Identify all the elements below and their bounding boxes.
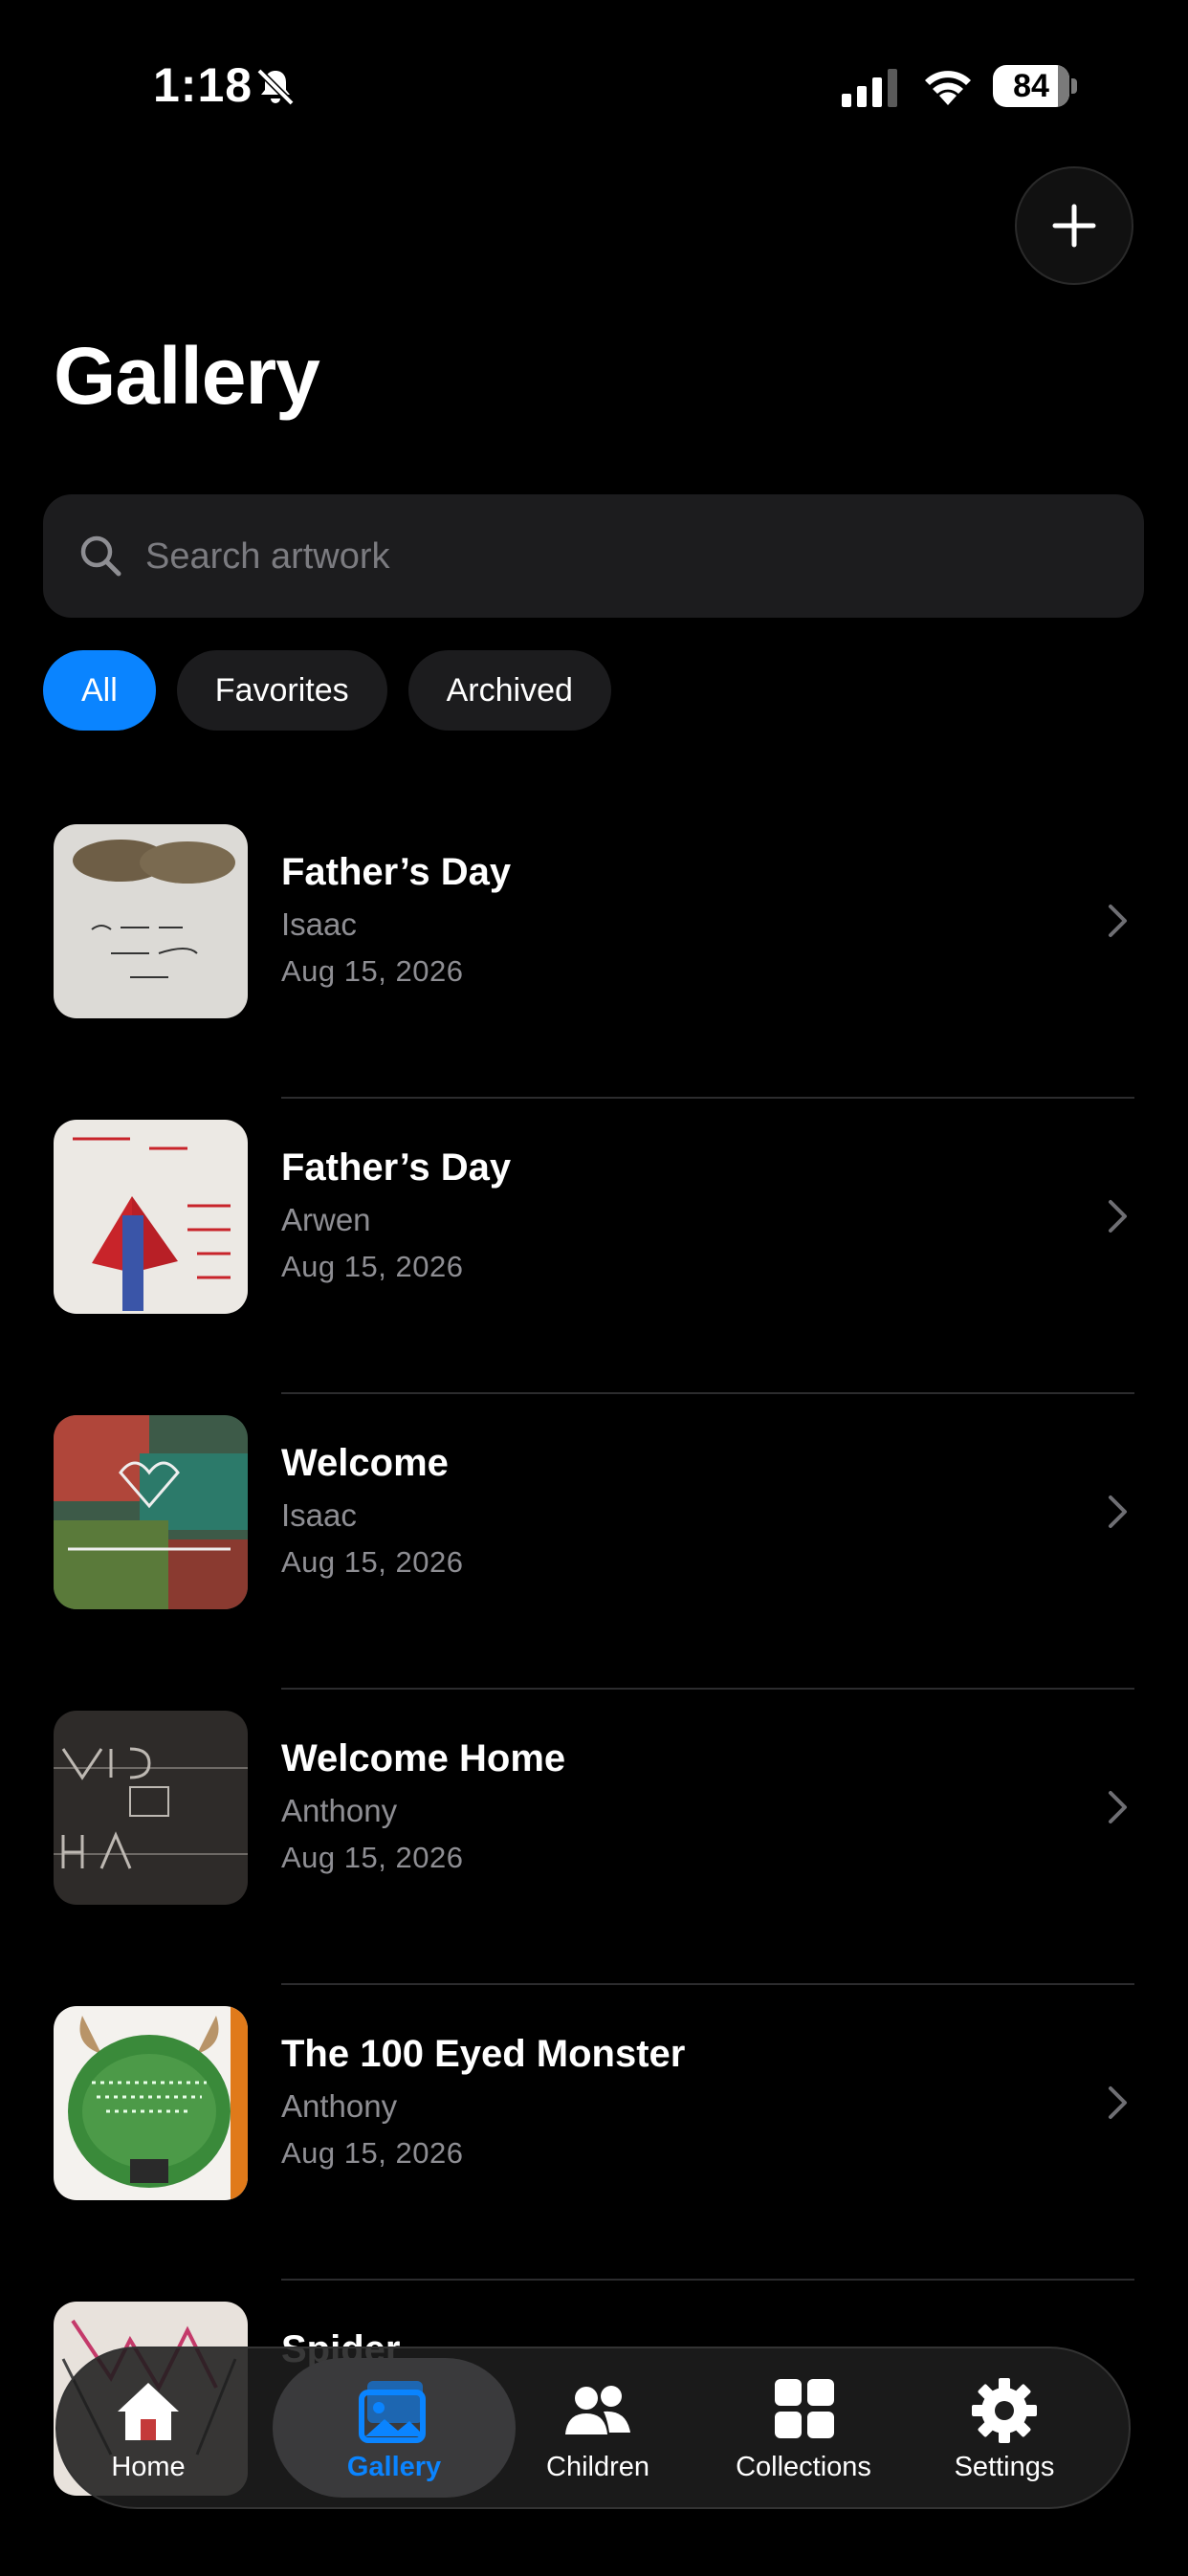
tab-collections[interactable]: Collections [708,2348,899,2507]
grid-icon [775,2379,834,2438]
house-icon [118,2383,179,2440]
filter-favorites-chip[interactable]: Favorites [176,650,387,731]
status-bar: 1:18 84 [0,0,1188,172]
artwork-title: Father’s Day [281,851,512,893]
people-icon [565,2386,630,2434]
status-time: 1:18 [153,58,253,112]
chevron-right-icon [1109,2086,1127,2119]
filter-archived-chip[interactable]: Archived [407,650,611,731]
artwork-child: Anthony [281,1793,398,1828]
page-title: Gallery [54,331,320,421]
tab-gallery[interactable]: Gallery [273,2348,516,2507]
artwork-child: Anthony [281,2088,398,2124]
artwork-title: Welcome Home [281,1737,566,1779]
artwork-row[interactable]: The 100 Eyed Monster Anthony Aug 15, 202… [0,1985,1188,2281]
search-input[interactable] [143,494,1104,620]
chevron-right-icon [1109,905,1127,937]
artwork-child: Isaac [281,906,357,942]
artwork-row[interactable]: Father’s Day Isaac Aug 15, 2026 [0,803,1188,1099]
filter-chips: All Favorites Archived [43,650,611,731]
battery-icon: 84 [993,65,1081,107]
tab-label: Home [111,2452,186,2482]
artwork-thumbnail [54,1120,248,1314]
artwork-thumbnail [54,1711,248,1905]
artwork-date: Aug 15, 2026 [281,1250,464,1283]
artwork-title: The 100 Eyed Monster [281,2033,686,2075]
chevron-right-icon [1109,1495,1127,1528]
filter-all-chip[interactable]: All [43,650,156,731]
cellular-signal-icon [842,69,897,107]
artwork-row[interactable]: Welcome Isaac Aug 15, 2026 [0,1394,1188,1690]
artwork-list: Father’s Day Isaac Aug 15, 2026 Father’s… [0,803,1188,2576]
tab-home[interactable]: Home [77,2348,220,2507]
wifi-icon [925,71,971,105]
photos-icon [359,2381,426,2443]
artwork-date: Aug 15, 2026 [281,2136,464,2170]
search-icon [80,535,121,577]
add-artwork-button[interactable] [1015,166,1133,285]
plus-icon [1052,204,1096,248]
artwork-child: Arwen [281,1202,371,1237]
tab-label: Children [546,2452,649,2482]
gear-icon [972,2378,1037,2443]
bell-slash-icon [256,68,295,106]
artwork-child: Isaac [281,1497,357,1533]
artwork-title: Father’s Day [281,1146,512,1189]
tab-label: Settings [954,2452,1055,2482]
artwork-date: Aug 15, 2026 [281,1545,464,1579]
artwork-date: Aug 15, 2026 [281,1841,464,1874]
artwork-thumbnail [54,1415,248,1609]
chevron-right-icon [1109,1791,1127,1823]
chevron-right-icon [1109,1200,1127,1233]
artwork-title: Welcome [281,1442,449,1484]
tab-label: Collections [736,2452,871,2482]
tab-label: Gallery [346,2452,442,2482]
artwork-row[interactable]: Father’s Day Arwen Aug 15, 2026 [0,1099,1188,1394]
tab-children[interactable]: Children [526,2348,670,2507]
tab-settings[interactable]: Settings [918,2348,1090,2507]
battery-percent: 84 [1013,68,1049,104]
artwork-row[interactable]: Welcome Home Anthony Aug 15, 2026 [0,1690,1188,1985]
search-bar[interactable] [43,494,1144,620]
artwork-thumbnail [54,824,248,1018]
artwork-date: Aug 15, 2026 [281,954,464,988]
artwork-thumbnail [54,2006,248,2200]
tab-bar: Home Gallery Children Collections Settin… [55,2347,1131,2509]
